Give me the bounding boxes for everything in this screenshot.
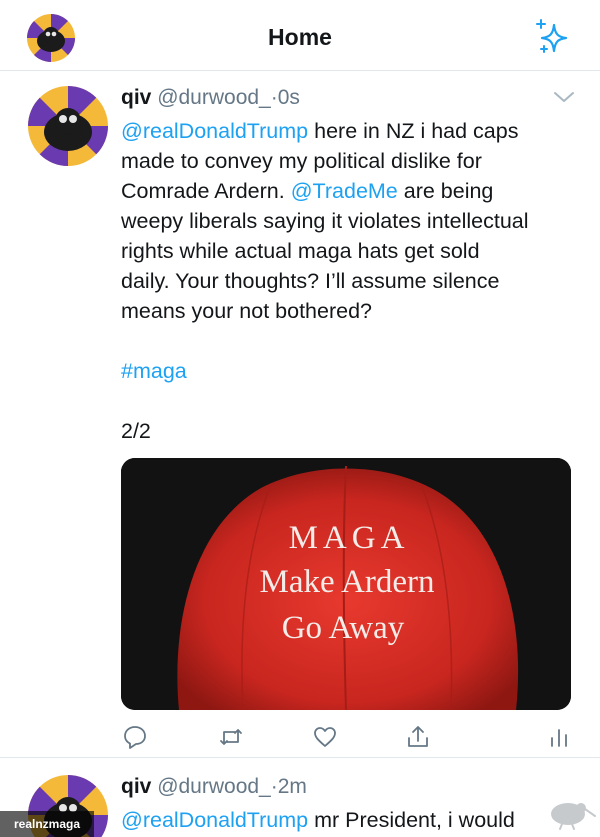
cap-text-line-2: Make Ardern [259,564,434,600]
tweet-author-avatar[interactable] [28,86,108,166]
author-handle[interactable]: @durwood_ [157,775,271,798]
tweet-timestamp: 0s [277,86,300,109]
page-title: Home [268,24,332,50]
tweet-image[interactable]: MAGA Make Ardern Go Away [121,458,571,710]
kiwi-bird-icon [551,803,596,830]
tweet-line: rights while actual maga hats get sold [121,239,480,263]
tweet-actions [0,724,600,754]
separator-dot: · [270,86,278,109]
tweet-line: Comrade Ardern. @TradeMe are being [121,176,581,206]
author-name[interactable]: qiv [121,86,151,109]
tweet-line: made to convey my political dislike for [121,149,482,173]
reply-icon[interactable] [122,724,148,750]
mention-link[interactable]: @TradeMe [291,179,398,203]
tweet-line-text: Comrade Ardern. [121,179,291,203]
author-name[interactable]: qiv [121,775,151,798]
like-heart-icon[interactable] [312,724,338,750]
tweet-line: weepy liberals saying it violates intell… [121,209,529,233]
chevron-down-icon[interactable] [553,90,575,104]
sparkle-icon[interactable] [532,17,572,57]
retweet-icon[interactable] [218,724,244,750]
cap-text-line-1: MAGA [289,520,410,556]
author-handle[interactable]: @durwood_ [157,86,271,109]
tweet-text: @realDonaldTrump mr President, i would [121,805,515,835]
cap-text-line-3: Go Away [282,610,405,646]
cap-image: MAGA Make Ardern Go Away [121,458,571,710]
hashtag-link[interactable]: #maga [121,359,187,383]
tweet-timestamp: 2m [277,775,307,798]
tweet-header: qiv @durwood_·2m [121,773,307,801]
tweet-line: means your not bothered? [121,299,372,323]
top-bar: Home [0,0,600,71]
share-icon[interactable] [405,724,431,750]
tweet-line-text: are being [397,179,494,203]
tweet-line-text: here in NZ i had caps [308,119,519,143]
thread-count: 2/2 [121,419,151,443]
separator-dot: · [270,775,278,798]
tweet-header: qiv @durwood_·0s [121,84,300,112]
tweet-line: daily. Your thoughts? I’ll assume silenc… [121,269,500,293]
tweet-line-text: mr President, i would [308,808,515,832]
tweet-line: @realDonaldTrump here in NZ i had caps [121,116,581,146]
analytics-icon[interactable] [546,724,572,750]
tweet[interactable]: qiv @durwood_·0s @realDonaldTrump here i… [0,72,600,758]
watermark-label: realnzmaga [0,811,94,837]
mention-link[interactable]: @realDonaldTrump [121,119,308,143]
tweet-text: @realDonaldTrump here in NZ i had caps m… [121,116,581,446]
mention-link[interactable]: @realDonaldTrump [121,808,308,832]
